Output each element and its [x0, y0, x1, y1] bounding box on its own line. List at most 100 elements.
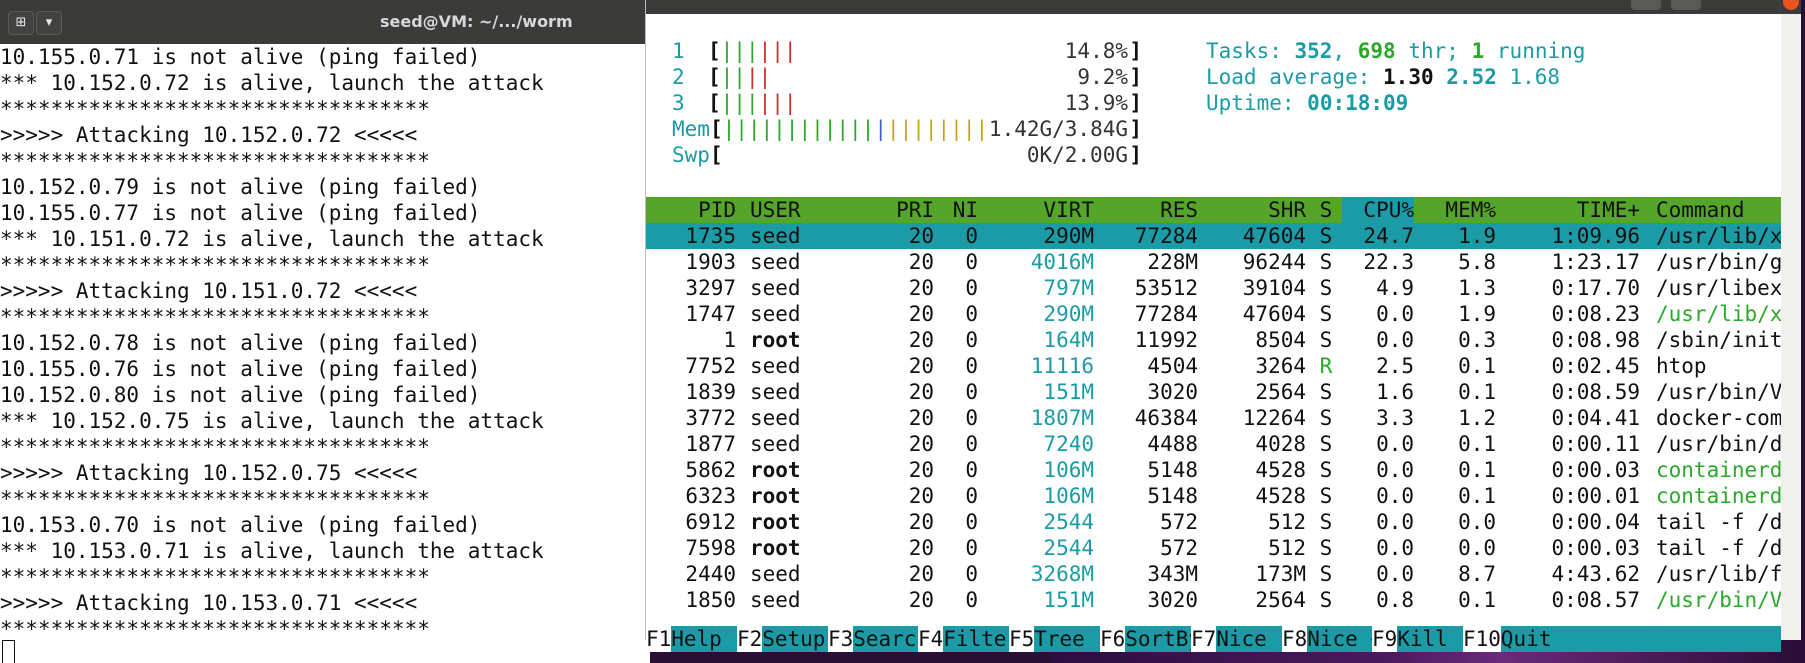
process-row[interactable]: 6323 root 20 0 106M 5148 4528 S 0.0 0.1 0:00.01 con… — [646, 483, 1781, 509]
terminal-titlebar[interactable]: ⊞ ▾ seed@VM: ~/.../worm — [0, 0, 650, 44]
process-row[interactable]: 1850 seed 20 0 151M 3020 2564 S 0.8 0.1 0:08.57/us… — [646, 587, 1781, 613]
fkey-f2[interactable]: F2 — [737, 626, 763, 652]
process-row[interactable]: 7752 seed 20 0 11116 4504 3264 R 2.5 0.1 0:02.45 ht… — [646, 353, 1781, 379]
fkey-label-f4[interactable]: Filter — [943, 626, 1019, 652]
header-command[interactable]: Command — [1656, 197, 1745, 223]
terminal-line: >>>>> Attacking 10.151.0.72 <<<<< — [0, 279, 418, 303]
process-res: 228M — [1147, 250, 1198, 274]
process-row[interactable]: 1 root 20 0 164M 11992 8504 S 0.0 0.3 0:08.98/sbin… — [646, 327, 1781, 353]
process-user: root — [750, 510, 801, 534]
header-res[interactable]: RES — [1098, 197, 1198, 223]
fkey-f9[interactable]: F9 — [1372, 626, 1398, 652]
process-shr: 512 — [1268, 510, 1306, 534]
process-list[interactable]: 1735 seed 20 0 290M 77284 47604 S 24.7 1.9 1:09.96… — [646, 223, 1781, 613]
terminal-line: 10.152.0.80 is not alive (ping failed) — [0, 383, 481, 407]
fkey-label-f6[interactable]: SortBy — [1125, 626, 1201, 652]
new-tab-icon[interactable]: ⊞ — [8, 11, 34, 35]
fkey-f7[interactable]: F7 — [1191, 626, 1217, 652]
header-mem[interactable]: MEM% — [1422, 197, 1496, 223]
fkey-label-f7[interactable]: Nice - — [1216, 626, 1292, 652]
fkey-label-f5[interactable]: Tree — [1034, 626, 1100, 652]
htop-titlebar[interactable] — [646, 0, 1801, 14]
process-row[interactable]: 1903 seed 20 0 4016M 228M 96244 S 22.3 5.8 1:23.17… — [646, 249, 1781, 275]
close-button[interactable] — [1783, 0, 1799, 10]
process-row[interactable]: 5862 root 20 0 106M 5148 4528 S 0.0 0.1 0:00.03 con… — [646, 457, 1781, 483]
terminal-line: 10.152.0.79 is not alive (ping failed) — [0, 175, 481, 199]
process-row[interactable]: 1839 seed 20 0 151M 3020 2564 S 1.6 0.1 0:08.59/us… — [646, 379, 1781, 405]
header-pri[interactable]: PRI — [886, 197, 934, 223]
terminal-window-htop[interactable]: 1 [|||||| 14.8%] 2 [|||| 9.2%] 3 [|||||| 13.9%] M… — [645, 0, 1801, 652]
process-virt: 290M — [1043, 224, 1094, 248]
function-key-bar[interactable]: F1 Help F2 Setup F3 Search F4 Filter F5 Tree F6 Sor… — [646, 626, 1781, 652]
menu-chevron-down-icon[interactable]: ▾ — [36, 11, 62, 35]
process-row[interactable]: 1877 seed 20 0 7240 4488 4028 S 0.0 0.1 0:00.11/us… — [646, 431, 1781, 457]
header-ni[interactable]: NI — [946, 197, 978, 223]
process-row-selected[interactable]: 1735 seed 20 0 290M 77284 47604 S 24.7 1.9 1:09.96… — [646, 223, 1781, 249]
process-row[interactable]: 1747 seed 20 0 290M 77284 47604 S 0.0 1.9 0:08.23 /… — [646, 301, 1781, 327]
htop-screen[interactable]: 1 [|||||| 14.8%] 2 [|||| 9.2%] 3 [|||||| 13.9%] M… — [646, 14, 1781, 652]
header-user[interactable]: USER — [750, 197, 801, 223]
process-row[interactable]: 3772 seed 20 0 1807M 46384 12264 S 3.3 1.2 0:04.41… — [646, 405, 1781, 431]
process-nice: 0 — [965, 328, 978, 352]
terminal-cursor[interactable] — [2, 640, 15, 663]
fkey-label-f8[interactable]: Nice + — [1307, 626, 1383, 652]
header-shr[interactable]: SHR — [1202, 197, 1306, 223]
process-pid: 1903 — [685, 250, 736, 274]
process-state: S — [1319, 250, 1333, 274]
process-table-header[interactable]: PID USER PRI NI VIRT RES SHR S CPU% MEM%… — [646, 197, 1781, 223]
fkey-f5[interactable]: F5 — [1009, 626, 1035, 652]
process-user: seed — [750, 380, 801, 404]
meter-bar-green: ||| — [720, 39, 759, 63]
process-nice: 0 — [965, 380, 978, 404]
terminal-line: >>>>> Attacking 10.152.0.72 <<<<< — [0, 123, 418, 147]
process-row[interactable]: 2440 seed 20 0 3268M 343M 173M S 0.0 8.7 4:43.62/u… — [646, 561, 1781, 587]
process-priority: 20 — [908, 536, 934, 560]
header-pid[interactable]: PID — [646, 197, 736, 223]
fkey-label-f10[interactable]: Quit — [1500, 626, 1781, 652]
fkey-f3[interactable]: F3 — [828, 626, 854, 652]
process-shr: 3264 — [1255, 354, 1306, 378]
process-nice: 0 — [965, 250, 978, 274]
fkey-f4[interactable]: F4 — [918, 626, 944, 652]
process-mem: 0.0 — [1458, 510, 1496, 534]
header-virt[interactable]: VIRT — [986, 197, 1094, 223]
meter-bracket-open: [ — [709, 117, 723, 141]
process-priority: 20 — [908, 510, 934, 534]
process-virt: 2544 — [1043, 510, 1094, 534]
process-time: 0:17.70 — [1551, 276, 1640, 300]
header-s[interactable]: S — [1316, 197, 1336, 223]
meter-bar-red: ||| — [758, 91, 797, 115]
process-row[interactable]: 7598 root 20 0 2544 572 512 S 0.0 0.0 0:00.03 tail … — [646, 535, 1781, 561]
process-row[interactable]: 3297 seed 20 0 797M 53512 39104 S 4.9 1.3 0:17.70 /… — [646, 275, 1781, 301]
process-cpu: 24.7 — [1363, 224, 1414, 248]
process-command: /usr/libexec/gnome-ter — [1656, 276, 1781, 300]
fkey-label-f2[interactable]: Setup — [762, 626, 828, 652]
process-time: 0:00.03 — [1551, 536, 1640, 560]
fkey-f6[interactable]: F6 — [1100, 626, 1126, 652]
process-state: S — [1319, 484, 1333, 508]
maximize-button[interactable] — [1671, 0, 1701, 10]
fkey-label-f9[interactable]: Kill — [1397, 626, 1463, 652]
process-pid: 1877 — [685, 432, 736, 456]
process-priority: 20 — [908, 380, 934, 404]
process-virt: 290M — [1043, 302, 1094, 326]
minimize-button[interactable] — [1631, 0, 1661, 10]
header-cpu[interactable]: CPU% — [1342, 197, 1414, 223]
process-row[interactable]: 6912 root 20 0 2544 572 512 S 0.0 0.0 0:00.04 tail … — [646, 509, 1781, 535]
process-cpu: 0.0 — [1376, 484, 1414, 508]
terminal-window-worm[interactable]: ⊞ ▾ seed@VM: ~/.../worm 10.155.0.71 is n… — [0, 0, 650, 663]
process-pid: 7752 — [685, 354, 736, 378]
fkey-f1[interactable]: F1 — [646, 626, 672, 652]
swap-meter: Swp[0K/2.00G] — [672, 142, 1142, 168]
fkey-f10[interactable]: F10 — [1463, 626, 1501, 652]
fkey-label-f1[interactable]: Help — [671, 626, 737, 652]
terminal-line: *** 10.151.0.72 is alive, launch the att… — [0, 227, 544, 251]
process-shr: 2564 — [1255, 380, 1306, 404]
fkey-label-f3[interactable]: Search — [853, 626, 929, 652]
process-user: seed — [750, 276, 801, 300]
process-shr: 39104 — [1242, 276, 1306, 300]
header-time[interactable]: TIME+ — [1506, 197, 1640, 223]
fkey-f8[interactable]: F8 — [1282, 626, 1308, 652]
process-state: R — [1319, 354, 1333, 378]
process-pid: 1735 — [685, 224, 736, 248]
